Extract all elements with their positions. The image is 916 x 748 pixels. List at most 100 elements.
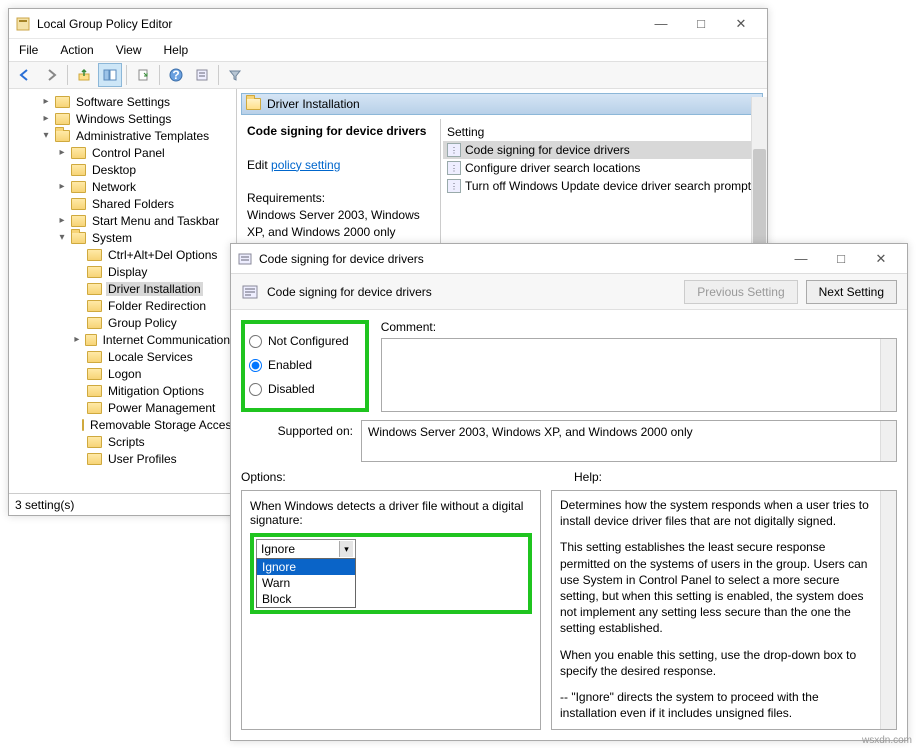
app-icon bbox=[15, 16, 31, 32]
tree-node[interactable]: ▸ Control Panel bbox=[9, 144, 236, 161]
tree-node[interactable]: ▸User Profiles bbox=[9, 450, 236, 467]
tree-node[interactable]: ▸Power Management bbox=[9, 399, 236, 416]
tree-label: Network bbox=[90, 180, 138, 194]
radio-disabled[interactable]: Disabled bbox=[249, 382, 349, 396]
folder-icon bbox=[85, 334, 97, 346]
tree-node[interactable]: ▸Mitigation Options bbox=[9, 382, 236, 399]
combo-option-ignore[interactable]: Ignore bbox=[257, 559, 355, 575]
dialog-icon bbox=[237, 251, 253, 267]
tree-node[interactable]: ▸Folder Redirection bbox=[9, 297, 236, 314]
tree-label: Control Panel bbox=[90, 146, 167, 160]
scrollbar[interactable] bbox=[880, 491, 896, 729]
dialog-title-bar[interactable]: Code signing for device drivers ― □ ✕ bbox=[231, 244, 907, 274]
svg-text:?: ? bbox=[172, 68, 179, 82]
chevron-right-icon[interactable]: ▸ bbox=[57, 181, 67, 192]
chevron-right-icon[interactable]: ▸ bbox=[41, 96, 51, 107]
tree-node[interactable]: ▸Removable Storage Access bbox=[9, 416, 236, 433]
menu-file[interactable]: File bbox=[15, 41, 42, 59]
scrollbar[interactable] bbox=[880, 339, 896, 411]
tree-label: System bbox=[90, 231, 134, 245]
dialog-close-button[interactable]: ✕ bbox=[861, 245, 901, 273]
dialog-subtitle: Code signing for device drivers bbox=[267, 285, 676, 299]
list-item[interactable]: ⋮Turn off Windows Update device driver s… bbox=[443, 177, 761, 195]
next-setting-button[interactable]: Next Setting bbox=[806, 280, 897, 304]
back-button[interactable] bbox=[13, 63, 37, 87]
chevron-down-icon[interactable]: ▾ bbox=[41, 130, 51, 141]
signature-action-combobox[interactable]: Ignore ▾ bbox=[256, 539, 356, 559]
combo-option-block[interactable]: Block bbox=[257, 591, 355, 607]
tree-label: Driver Installation bbox=[106, 282, 203, 296]
scrollbar[interactable] bbox=[880, 421, 896, 461]
folder-icon bbox=[87, 385, 102, 397]
menu-help[interactable]: Help bbox=[160, 41, 193, 59]
option-prompt: When Windows detects a driver file witho… bbox=[250, 499, 532, 527]
tree-node[interactable]: ▸Driver Installation bbox=[9, 280, 236, 297]
tree-node[interactable]: ▸Ctrl+Alt+Del Options bbox=[9, 246, 236, 263]
setting-name: Code signing for device drivers bbox=[247, 124, 426, 138]
tree-node[interactable]: ▸Group Policy bbox=[9, 314, 236, 331]
list-item[interactable]: ⋮Configure driver search locations bbox=[443, 159, 761, 177]
tree-node[interactable]: ▸ Start Menu and Taskbar bbox=[9, 212, 236, 229]
tree-label: Group Policy bbox=[106, 316, 179, 330]
tree-node[interactable]: ▸Scripts bbox=[9, 433, 236, 450]
minimize-button[interactable]: ― bbox=[641, 10, 681, 38]
export-button[interactable] bbox=[131, 63, 155, 87]
tree-label: Logon bbox=[106, 367, 143, 381]
tree-label: Ctrl+Alt+Del Options bbox=[106, 248, 219, 262]
list-item[interactable]: ⋮Code signing for device drivers bbox=[443, 141, 761, 159]
tree-node[interactable]: ▸Shared Folders bbox=[9, 195, 236, 212]
options-label: Options: bbox=[241, 470, 564, 484]
policy-dialog: Code signing for device drivers ― □ ✕ Co… bbox=[230, 243, 908, 741]
menu-action[interactable]: Action bbox=[56, 41, 97, 59]
dialog-maximize-button[interactable]: □ bbox=[821, 245, 861, 273]
chevron-down-icon[interactable]: ▾ bbox=[57, 232, 67, 243]
tree-node[interactable]: ▸ Network bbox=[9, 178, 236, 195]
tree-label: Display bbox=[106, 265, 149, 279]
up-button[interactable] bbox=[72, 63, 96, 87]
edit-policy-link[interactable]: policy setting bbox=[271, 158, 340, 172]
folder-icon bbox=[87, 317, 102, 329]
supported-on-box: Windows Server 2003, Windows XP, and Win… bbox=[361, 420, 897, 462]
tree-label: Power Management bbox=[106, 401, 217, 415]
folder-icon bbox=[87, 300, 102, 312]
tree-node[interactable]: ▾ System bbox=[9, 229, 236, 246]
combo-option-warn[interactable]: Warn bbox=[257, 575, 355, 591]
show-tree-button[interactable] bbox=[98, 63, 122, 87]
tree-node[interactable]: ▸Logon bbox=[9, 365, 236, 382]
chevron-right-icon[interactable]: ▸ bbox=[57, 147, 67, 158]
tree-node[interactable]: ▸Windows Settings bbox=[9, 110, 236, 127]
radio-enabled[interactable]: Enabled bbox=[249, 358, 349, 372]
dialog-minimize-button[interactable]: ― bbox=[781, 245, 821, 273]
comment-textarea[interactable] bbox=[381, 338, 897, 412]
tree-label: Locale Services bbox=[106, 350, 195, 364]
tree-node[interactable]: ▸Locale Services bbox=[9, 348, 236, 365]
help-icon[interactable]: ? bbox=[164, 63, 188, 87]
tree-label: Start Menu and Taskbar bbox=[90, 214, 221, 228]
menu-view[interactable]: View bbox=[112, 41, 146, 59]
tree-pane[interactable]: ▸Software Settings▸Windows Settings▾Admi… bbox=[9, 89, 237, 493]
tree-node[interactable]: ▸Software Settings bbox=[9, 93, 236, 110]
toolbar: ? bbox=[9, 61, 767, 89]
radio-not-configured[interactable]: Not Configured bbox=[249, 334, 349, 348]
comment-label: Comment: bbox=[381, 320, 897, 334]
tree-node[interactable]: ▾Administrative Templates bbox=[9, 127, 236, 144]
title-bar[interactable]: Local Group Policy Editor ― □ ✕ bbox=[9, 9, 767, 39]
properties-icon[interactable] bbox=[190, 63, 214, 87]
previous-setting-button[interactable]: Previous Setting bbox=[684, 280, 797, 304]
folder-icon bbox=[87, 368, 102, 380]
folder-icon bbox=[71, 181, 86, 193]
folder-icon bbox=[246, 98, 261, 110]
chevron-right-icon[interactable]: ▸ bbox=[57, 215, 67, 226]
forward-button[interactable] bbox=[39, 63, 63, 87]
column-setting[interactable]: Setting bbox=[443, 123, 761, 141]
filter-icon[interactable] bbox=[223, 63, 247, 87]
chevron-right-icon[interactable]: ▸ bbox=[73, 334, 81, 345]
setting-icon: ⋮ bbox=[447, 179, 461, 193]
close-button[interactable]: ✕ bbox=[721, 10, 761, 38]
tree-node[interactable]: ▸Display bbox=[9, 263, 236, 280]
maximize-button[interactable]: □ bbox=[681, 10, 721, 38]
folder-icon bbox=[71, 164, 86, 176]
chevron-right-icon[interactable]: ▸ bbox=[41, 113, 51, 124]
tree-node[interactable]: ▸Desktop bbox=[9, 161, 236, 178]
tree-node[interactable]: ▸Internet Communication bbox=[9, 331, 236, 348]
